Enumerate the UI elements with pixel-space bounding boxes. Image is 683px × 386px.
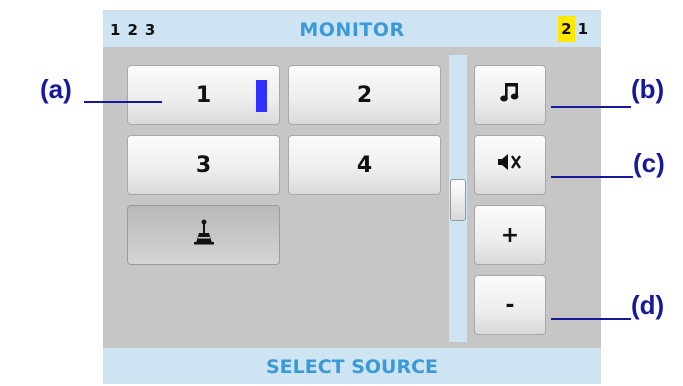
source-label: 2	[356, 82, 373, 108]
volume-down-label: -	[505, 292, 515, 318]
source-label: 1	[195, 82, 212, 108]
page-title: MONITOR	[299, 19, 405, 41]
footer-bar: SELECT SOURCE	[103, 348, 601, 384]
music-button[interactable]	[474, 65, 546, 125]
music-note-icon	[500, 81, 520, 109]
monitor-screen: 123 MONITOR 2 1 1 2 3 4 + - SELECT SOURC…	[103, 10, 601, 384]
source-button-1[interactable]: 1	[127, 65, 280, 125]
source-button-4[interactable]: 4	[288, 135, 441, 195]
callout-c: (c)	[633, 148, 665, 178]
source-button-3[interactable]: 3	[127, 135, 280, 195]
other-channel[interactable]: 1	[575, 16, 591, 42]
source-label: 4	[356, 152, 373, 178]
callout-c-line	[551, 176, 633, 178]
source-label: 3	[195, 152, 212, 178]
volume-up-label: +	[500, 222, 520, 248]
callout-d: (d)	[631, 290, 665, 320]
active-channel[interactable]: 2	[558, 16, 575, 42]
microphone-icon	[193, 219, 215, 251]
volume-up-button[interactable]: +	[474, 205, 546, 265]
callout-a-line	[84, 101, 162, 103]
source-button-2[interactable]: 2	[288, 65, 441, 125]
volume-down-button[interactable]: -	[474, 275, 546, 335]
mute-button[interactable]	[474, 135, 546, 195]
microphone-button[interactable]	[127, 205, 280, 265]
header-bar: 123 MONITOR 2 1	[103, 11, 601, 47]
callout-b-line	[551, 106, 631, 108]
selected-source-indicator	[256, 80, 267, 112]
callout-d-line	[551, 318, 631, 320]
speaker-mute-icon	[497, 152, 523, 178]
scroll-rail	[449, 55, 467, 342]
scroll-slider[interactable]	[450, 179, 466, 221]
callout-a: (a)	[40, 74, 72, 104]
channel-indicator: 2 1	[558, 15, 591, 43]
callout-b: (b)	[631, 74, 665, 104]
